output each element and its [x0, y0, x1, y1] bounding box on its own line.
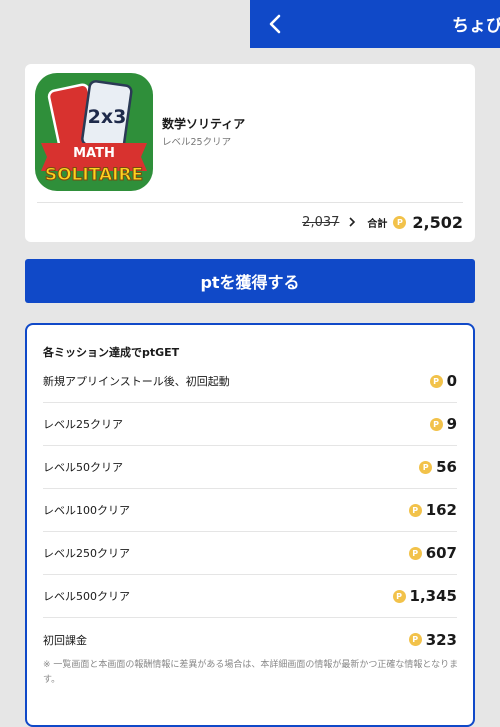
mission-label: レベル50クリア — [43, 461, 123, 474]
mission-reward: P 0 — [429, 372, 457, 390]
coin-icon: P — [419, 460, 433, 474]
mission-points: 0 — [446, 372, 457, 390]
icon-text-top: 2x3 — [88, 106, 127, 128]
top-header: ちょびリッチ — [250, 0, 500, 48]
mission-reward: P 56 — [419, 458, 457, 476]
mission-points: 56 — [436, 458, 457, 476]
mission-reward: P 1,345 — [392, 587, 457, 605]
mission-points: 1,345 — [409, 587, 457, 605]
mission-row: レベル25クリア P 9 — [43, 403, 457, 446]
app-icon: 2x3 MATH SOLITAIRE — [35, 73, 153, 191]
divider — [37, 202, 463, 203]
coin-icon: P — [408, 633, 422, 646]
icon-text-middle: MATH — [73, 146, 115, 161]
mission-card: 各ミッション達成でptGET 新規アプリインストール後、初回起動 P 0 レベル… — [25, 323, 475, 727]
coin-icon: P — [393, 215, 407, 229]
mission-reward: P 607 — [408, 544, 457, 562]
app-subtitle: レベル25クリア — [162, 137, 232, 148]
mission-row: レベル100クリア P 162 — [43, 489, 457, 532]
disclaimer-note: ※ 一覧画面と本画面の報酬情報に差異がある場合は、本詳細画面の情報が最新かつ正確… — [43, 660, 459, 685]
earn-points-button[interactable]: ptを獲得する — [25, 259, 475, 303]
coin-icon: P — [408, 503, 422, 517]
mission-label: レベル250クリア — [43, 547, 130, 560]
mission-label: 初回課金 — [43, 633, 87, 647]
coin-icon: P — [429, 374, 443, 388]
mission-row: 初回課金 P 323 — [43, 618, 457, 661]
mission-row: レベル50クリア P 56 — [43, 446, 457, 489]
mission-reward: P 162 — [408, 501, 457, 519]
price-row: 2,037 合計 P 2,502 — [302, 212, 463, 232]
mission-label: レベル500クリア — [43, 590, 130, 603]
mission-reward: P 9 — [429, 415, 457, 433]
app-name: 数学ソリティア — [162, 117, 246, 131]
mission-label: レベル25クリア — [43, 418, 123, 431]
mission-points: 323 — [425, 630, 457, 649]
mission-points: 162 — [425, 501, 457, 519]
mission-row: レベル250クリア P 607 — [43, 532, 457, 575]
coin-icon: P — [408, 546, 422, 560]
mission-label: レベル100クリア — [43, 504, 130, 517]
mission-title: 各ミッション達成でptGET — [43, 346, 180, 359]
old-price: 2,037 — [302, 214, 340, 230]
back-arrow-icon[interactable] — [266, 13, 286, 35]
app-card: 2x3 MATH SOLITAIRE 数学ソリティア レベル25クリア 2,03… — [25, 64, 475, 242]
mission-reward: P 323 — [408, 630, 457, 649]
mission-row: レベル500クリア P 1,345 — [43, 575, 457, 618]
total-points: 2,502 — [412, 212, 463, 232]
total-label: 合計 — [367, 218, 388, 230]
mission-list: 新規アプリインストール後、初回起動 P 0 レベル25クリア P 9 レベル50… — [43, 360, 457, 661]
mission-points: 607 — [425, 544, 457, 562]
coin-icon: P — [429, 417, 443, 431]
mission-points: 9 — [446, 415, 457, 433]
mission-label: 新規アプリインストール後、初回起動 — [43, 375, 230, 388]
chevron-right-icon — [349, 217, 356, 227]
icon-text-bottom: SOLITAIRE — [45, 165, 143, 185]
header-title: ちょびリッチ — [452, 16, 500, 36]
mission-row: 新規アプリインストール後、初回起動 P 0 — [43, 360, 457, 403]
coin-icon: P — [392, 589, 406, 603]
